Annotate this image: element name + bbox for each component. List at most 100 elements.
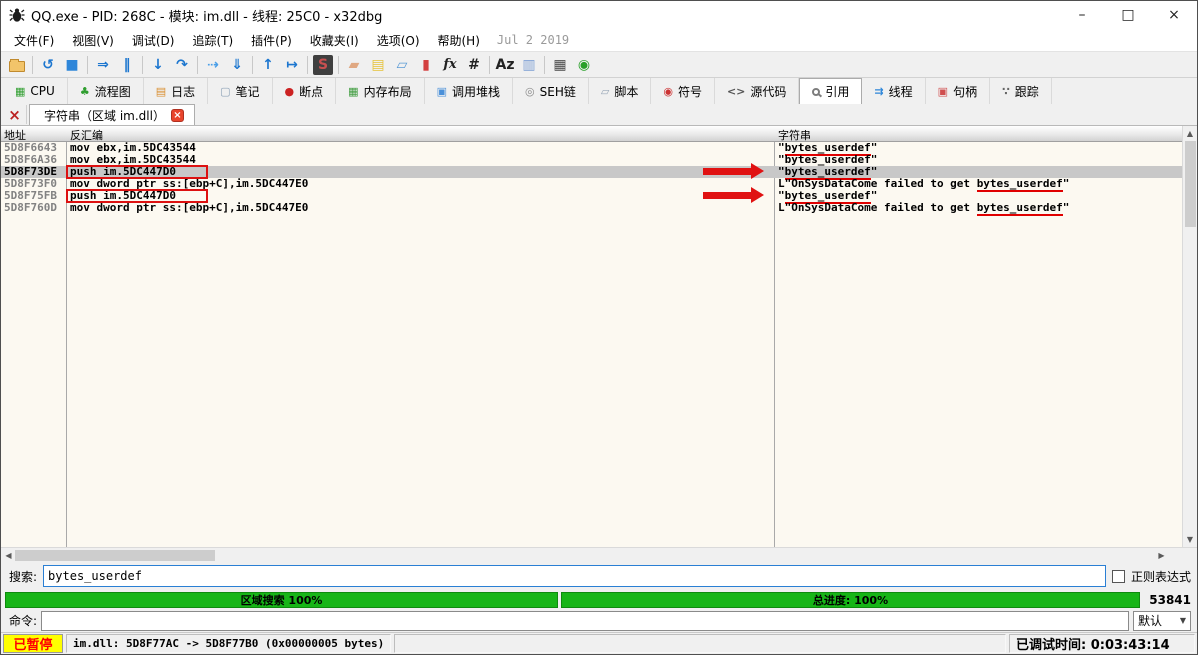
- tab-graph[interactable]: ♣流程图: [68, 78, 144, 104]
- table-row[interactable]: 5D8F760D mov dword ptr ss:[ebp+C],im.5DC4…: [1, 202, 1182, 214]
- scroll-down-icon[interactable]: ▼: [1183, 532, 1197, 547]
- close-all-tabs-button[interactable]: ×: [3, 105, 27, 124]
- tab-source[interactable]: <>源代码: [715, 78, 799, 104]
- search-row: 搜索: 正则表达式: [1, 562, 1197, 590]
- menu-item-favourites[interactable]: 收藏夹(I): [301, 30, 368, 51]
- run-to-user-code-icon[interactable]: ↦: [280, 54, 304, 76]
- step-over-icon-glyph: ↷: [176, 57, 188, 73]
- string-match: bytes_userdef: [977, 201, 1063, 216]
- graph-icon: ♣: [80, 86, 90, 97]
- menu-item-help[interactable]: 帮助(H): [429, 30, 489, 51]
- step-out-icon[interactable]: ↑: [256, 54, 280, 76]
- tab-references[interactable]: 引用: [799, 78, 862, 104]
- scroll-up-icon[interactable]: ▲: [1183, 126, 1197, 141]
- string-suffix: ": [1063, 177, 1070, 190]
- phone-forward-icon[interactable]: ▥: [517, 54, 541, 76]
- row-address: 5D8F760D: [4, 202, 57, 214]
- annotation-red-arrow: [703, 168, 751, 175]
- close-process-icon[interactable]: ■: [60, 54, 84, 76]
- regex-checkbox[interactable]: [1112, 570, 1125, 583]
- calculator-icon[interactable]: ▦: [548, 54, 572, 76]
- toolbar-separator: [489, 56, 490, 74]
- menu-item-view[interactable]: 视图(V): [63, 30, 123, 51]
- command-profile-dropdown[interactable]: 默认 ▼: [1133, 611, 1191, 631]
- breakpoints-icon: ●: [285, 86, 295, 97]
- tab-notes[interactable]: ▢笔记: [208, 78, 272, 104]
- subtab-strings-region[interactable]: 字符串（区域 im.dll） ×: [29, 104, 195, 125]
- case-icon-glyph: Az: [496, 57, 515, 73]
- execute-till-return-icon-glyph: ⇓: [231, 57, 243, 73]
- menu-item-options[interactable]: 选项(O): [368, 30, 429, 51]
- step-over-icon[interactable]: ↷: [170, 54, 194, 76]
- horizontal-scroll-thumb[interactable]: [15, 550, 215, 561]
- tab-seh[interactable]: ◎SEH链: [513, 78, 589, 104]
- minimize-button[interactable]: –: [1059, 1, 1105, 29]
- tab-bar: ▦CPU♣流程图▤日志▢笔记●断点▦内存布局▣调用堆栈◎SEH链▱脚本◉符号<>…: [1, 78, 1197, 104]
- restart-icon[interactable]: ↺: [36, 54, 60, 76]
- command-input[interactable]: [41, 611, 1129, 631]
- string-suffix: ": [1063, 201, 1070, 214]
- tab-symbols[interactable]: ◉符号: [651, 78, 715, 104]
- execute-till-return-icon[interactable]: ⇓: [225, 54, 249, 76]
- search-input[interactable]: [43, 565, 1106, 587]
- menu-item-trace[interactable]: 追踪(T): [183, 30, 242, 51]
- tab-label-memory-map: 内存布局: [364, 83, 412, 100]
- horizontal-scrollbar[interactable]: ◀ ▶: [1, 547, 1197, 562]
- patch-icon[interactable]: ▰: [342, 54, 366, 76]
- maximize-button[interactable]: □: [1105, 1, 1151, 29]
- tab-breakpoints[interactable]: ●断点: [273, 78, 337, 104]
- debug-time-panel: 已调试时间: 0:03:43:14: [1009, 634, 1195, 653]
- scrollbar-corner: [1182, 548, 1197, 563]
- vertical-scroll-thumb[interactable]: [1185, 141, 1196, 227]
- scroll-left-icon[interactable]: ◀: [1, 548, 16, 563]
- tab-memory-map[interactable]: ▦内存布局: [336, 78, 424, 104]
- tab-cpu[interactable]: ▦CPU: [3, 78, 68, 104]
- menu-item-file[interactable]: 文件(F): [5, 30, 63, 51]
- run-icon[interactable]: ⇒: [91, 54, 115, 76]
- source-mode-icon-glyph: S: [318, 57, 328, 73]
- source-mode-icon[interactable]: S: [313, 55, 333, 75]
- toolbar-separator: [252, 56, 253, 74]
- menu-item-plugins[interactable]: 插件(P): [242, 30, 301, 51]
- log-icon: ▤: [156, 86, 166, 97]
- tab-call-stack[interactable]: ▣调用堆栈: [425, 78, 513, 104]
- phone-forward-icon-glyph: ▥: [522, 57, 535, 73]
- trace-icon: ∵: [1002, 86, 1010, 97]
- close-process-icon-glyph: ■: [65, 57, 78, 73]
- script-icon: ▱: [601, 86, 609, 97]
- status-bar: 已暂停 im.dll: 5D8F77AC -> 5D8F77B0 (0x0000…: [1, 632, 1197, 654]
- tab-label-trace: 跟踪: [1015, 83, 1039, 100]
- tab-threads[interactable]: ⇉线程: [862, 78, 925, 104]
- patch-icon-glyph: ▰: [349, 57, 360, 73]
- subtab-close-icon[interactable]: ×: [171, 109, 184, 122]
- row-disassembly: mov dword ptr ss:[ebp+C],im.5DC447E0: [70, 202, 308, 214]
- close-button[interactable]: ×: [1151, 1, 1197, 29]
- tab-handles[interactable]: ▣句柄: [926, 78, 990, 104]
- hash-icon[interactable]: #: [462, 54, 486, 76]
- animate-into-icon[interactable]: ⇢: [201, 54, 225, 76]
- step-into-icon-glyph: ↓: [152, 57, 164, 73]
- open-file-icon[interactable]: [5, 54, 29, 76]
- total-progressbar: 总进度: 100%: [561, 592, 1140, 608]
- scroll-right-icon[interactable]: ▶: [1154, 548, 1169, 563]
- menu-item-debug[interactable]: 调试(D): [123, 30, 184, 51]
- folder-glyph: [9, 61, 25, 72]
- functions-icon[interactable]: fx: [438, 54, 462, 76]
- chevron-down-icon: ▼: [1180, 616, 1186, 625]
- globe-icon[interactable]: ◉: [572, 54, 596, 76]
- vertical-scrollbar[interactable]: ▲ ▼: [1182, 126, 1197, 547]
- comments-icon[interactable]: ▤: [366, 54, 390, 76]
- tab-script[interactable]: ▱脚本: [589, 78, 651, 104]
- pause-icon[interactable]: ‖: [115, 54, 139, 76]
- tab-log[interactable]: ▤日志: [144, 78, 208, 104]
- tab-trace[interactable]: ∵ 跟踪: [990, 78, 1052, 104]
- debug-state-badge: 已暂停: [3, 634, 63, 653]
- labels-icon[interactable]: ▱: [390, 54, 414, 76]
- case-icon[interactable]: Az: [493, 54, 517, 76]
- step-into-icon[interactable]: ↓: [146, 54, 170, 76]
- notes-icon: ▢: [220, 86, 230, 97]
- bookmarks-icon[interactable]: ▮: [414, 54, 438, 76]
- toolbar-separator: [197, 56, 198, 74]
- calculator-icon-glyph: ▦: [553, 57, 566, 73]
- tab-label-references: 引用: [825, 83, 849, 100]
